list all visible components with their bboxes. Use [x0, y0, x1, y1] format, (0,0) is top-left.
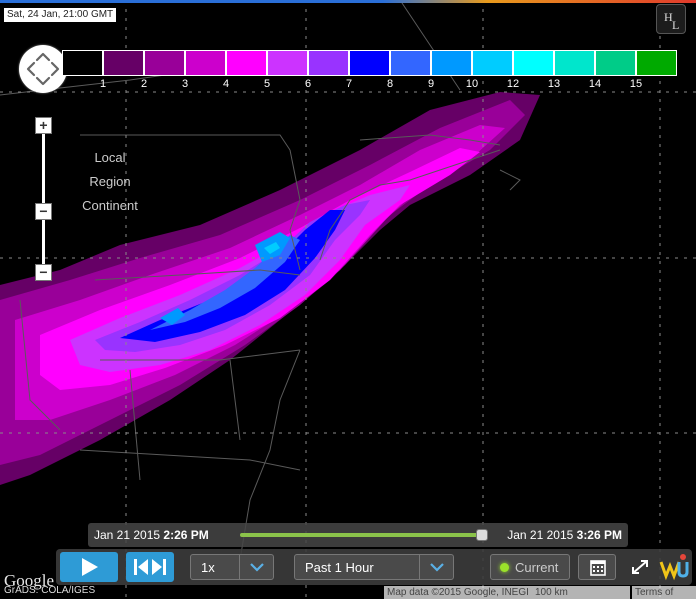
start-time-label: Jan 21 2015 2:26 PM — [94, 528, 209, 542]
low-label: L — [672, 18, 680, 32]
legend-swatch — [103, 50, 144, 76]
legend-label: 6 — [304, 78, 312, 90]
legend-swatch — [62, 50, 103, 76]
expand-icon — [632, 560, 648, 574]
zoom-in-button[interactable]: + — [35, 117, 52, 134]
legend-swatch — [431, 50, 472, 76]
legend-label: 3 — [181, 78, 189, 90]
step-button[interactable] — [126, 552, 174, 582]
current-button[interactable]: Current — [490, 554, 570, 580]
legend-label: 13 — [547, 78, 561, 90]
timeline-handle[interactable] — [476, 529, 488, 541]
legend-swatch — [513, 50, 554, 76]
legend-label: 12 — [506, 78, 520, 90]
step-icon — [134, 559, 166, 575]
legend-swatch — [636, 50, 677, 76]
play-icon — [82, 558, 98, 576]
legend-swatch — [308, 50, 349, 76]
zoom-out-button[interactable]: − — [35, 264, 52, 281]
map-timestamp: Sat, 24 Jan, 21:00 GMT — [4, 8, 117, 22]
pan-arrows-icon — [26, 52, 60, 86]
zoom-level-region[interactable]: Region — [70, 174, 150, 189]
legend-swatch — [267, 50, 308, 76]
legend-swatch — [472, 50, 513, 76]
wu-logo-icon — [658, 552, 690, 582]
legend-label: 1 — [99, 78, 107, 90]
brand-color-bar — [0, 0, 696, 3]
time-range-bar: Jan 21 2015 2:26 PM Jan 21 2015 3:26 PM — [88, 523, 628, 547]
zoom-slider-track[interactable] — [42, 128, 45, 273]
legend-swatch — [349, 50, 390, 76]
map-data-attribution: Map data ©2015 Google, INEGI — [384, 586, 532, 599]
pan-control[interactable] — [19, 45, 67, 93]
legend-label: 15 — [629, 78, 643, 90]
time-range-dropdown[interactable]: Past 1 Hour — [294, 554, 454, 580]
legend-label: 8 — [386, 78, 394, 90]
legend-swatch — [185, 50, 226, 76]
legend-label: 2 — [140, 78, 148, 90]
current-label: Current — [515, 560, 559, 575]
chevron-down-icon — [239, 555, 273, 579]
legend-swatch — [595, 50, 636, 76]
data-credit: GrADS: COLA/IGES — [4, 585, 96, 596]
zoom-level-continent[interactable]: Continent — [70, 198, 150, 213]
zoom-slider-handle[interactable]: − — [35, 203, 52, 220]
legend-swatch — [144, 50, 185, 76]
live-indicator-icon — [500, 563, 509, 572]
legend-label: 14 — [588, 78, 602, 90]
expand-button[interactable] — [626, 554, 654, 580]
legend-label: 5 — [263, 78, 271, 90]
animation-controls: 1x Past 1 Hour Current — [56, 549, 692, 585]
calendar-button[interactable] — [578, 554, 616, 580]
legend-label: 10 — [465, 78, 479, 90]
time-range-value: Past 1 Hour — [305, 560, 374, 575]
terms-of-use-link[interactable]: Terms of Use — [632, 586, 696, 599]
play-button[interactable] — [60, 552, 118, 582]
end-time-label: Jan 21 2015 3:26 PM — [507, 528, 622, 542]
chevron-down-icon — [419, 555, 453, 579]
speed-dropdown[interactable]: 1x — [190, 554, 274, 580]
timeline-track[interactable] — [240, 533, 486, 537]
legend-swatch — [554, 50, 595, 76]
legend-swatch — [390, 50, 431, 76]
legend-label: 7 — [345, 78, 353, 90]
calendar-icon — [590, 560, 606, 576]
legend-label: 4 — [222, 78, 230, 90]
legend-swatch — [226, 50, 267, 76]
zoom-level-local[interactable]: Local — [70, 150, 150, 165]
speed-value: 1x — [201, 560, 215, 575]
map-scale: 100 km — [532, 586, 630, 599]
high-low-toggle-button[interactable]: H L — [656, 4, 686, 34]
legend-label: 9 — [427, 78, 435, 90]
